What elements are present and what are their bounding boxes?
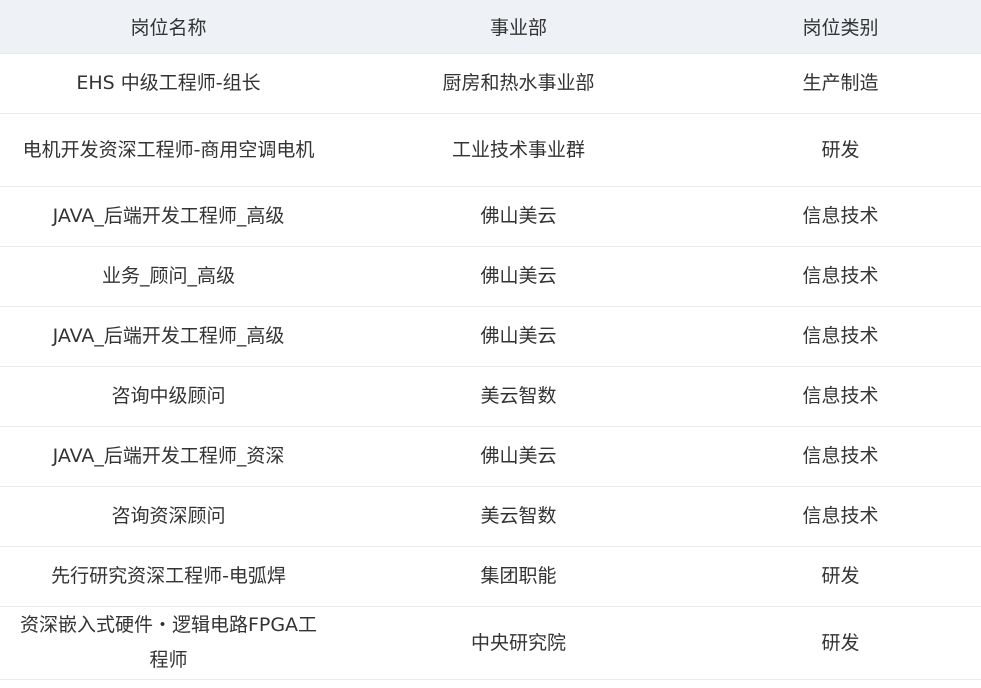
table-row[interactable]: EHS 中级工程师-组长 厨房和热水事业部 生产制造 [0,53,981,114]
department-cell: 美云智数 [337,366,700,427]
table-row[interactable]: JAVA_后端开发工程师_高级 佛山美云 信息技术 [0,306,981,367]
table-row[interactable]: 咨询中级顾问 美云智数 信息技术 [0,366,981,427]
category-cell: 信息技术 [700,246,981,307]
table-row[interactable]: JAVA_后端开发工程师_高级 佛山美云 信息技术 [0,186,981,247]
column-header-department: 事业部 [337,0,700,54]
job-title-cell[interactable]: 资深嵌入式硬件・逻辑电路FPGA工程师 [0,606,337,680]
department-cell: 美云智数 [337,486,700,547]
category-cell: 信息技术 [700,426,981,487]
job-listings-table: 岗位名称 事业部 岗位类别 EHS 中级工程师-组长 厨房和热水事业部 生产制造… [0,0,981,680]
department-cell: 集团职能 [337,546,700,607]
category-cell: 研发 [700,546,981,607]
job-title-cell[interactable]: 先行研究资深工程师-电弧焊 [0,546,337,607]
table-row[interactable]: 咨询资深顾问 美云智数 信息技术 [0,486,981,547]
table-row[interactable]: 先行研究资深工程师-电弧焊 集团职能 研发 [0,546,981,607]
department-cell: 佛山美云 [337,186,700,247]
department-cell: 中央研究院 [337,606,700,680]
category-cell: 研发 [700,113,981,187]
job-title-cell[interactable]: 业务_顾问_高级 [0,246,337,307]
table-row[interactable]: 业务_顾问_高级 佛山美云 信息技术 [0,246,981,307]
table-row[interactable]: 资深嵌入式硬件・逻辑电路FPGA工程师 中央研究院 研发 [0,606,981,680]
category-cell: 信息技术 [700,186,981,247]
table-row[interactable]: 电机开发资深工程师-商用空调电机 工业技术事业群 研发 [0,113,981,187]
job-title-cell[interactable]: 咨询资深顾问 [0,486,337,547]
category-cell: 生产制造 [700,53,981,114]
job-title-cell[interactable]: 电机开发资深工程师-商用空调电机 [0,113,337,187]
header-row: 岗位名称 事业部 岗位类别 [0,0,981,54]
column-header-category: 岗位类别 [700,0,981,54]
job-title-cell[interactable]: JAVA_后端开发工程师_资深 [0,426,337,487]
table-header: 岗位名称 事业部 岗位类别 [0,0,981,54]
column-header-title: 岗位名称 [0,0,337,54]
job-title-cell[interactable]: EHS 中级工程师-组长 [0,53,337,114]
job-title-cell[interactable]: JAVA_后端开发工程师_高级 [0,186,337,247]
department-cell: 佛山美云 [337,426,700,487]
category-cell: 信息技术 [700,306,981,367]
table-body: EHS 中级工程师-组长 厨房和热水事业部 生产制造 电机开发资深工程师-商用空… [0,53,981,680]
department-cell: 工业技术事业群 [337,113,700,187]
department-cell: 佛山美云 [337,306,700,367]
category-cell: 信息技术 [700,366,981,427]
category-cell: 信息技术 [700,486,981,547]
job-title-cell[interactable]: JAVA_后端开发工程师_高级 [0,306,337,367]
job-title-cell[interactable]: 咨询中级顾问 [0,366,337,427]
department-cell: 厨房和热水事业部 [337,53,700,114]
category-cell: 研发 [700,606,981,680]
department-cell: 佛山美云 [337,246,700,307]
table-row[interactable]: JAVA_后端开发工程师_资深 佛山美云 信息技术 [0,426,981,487]
